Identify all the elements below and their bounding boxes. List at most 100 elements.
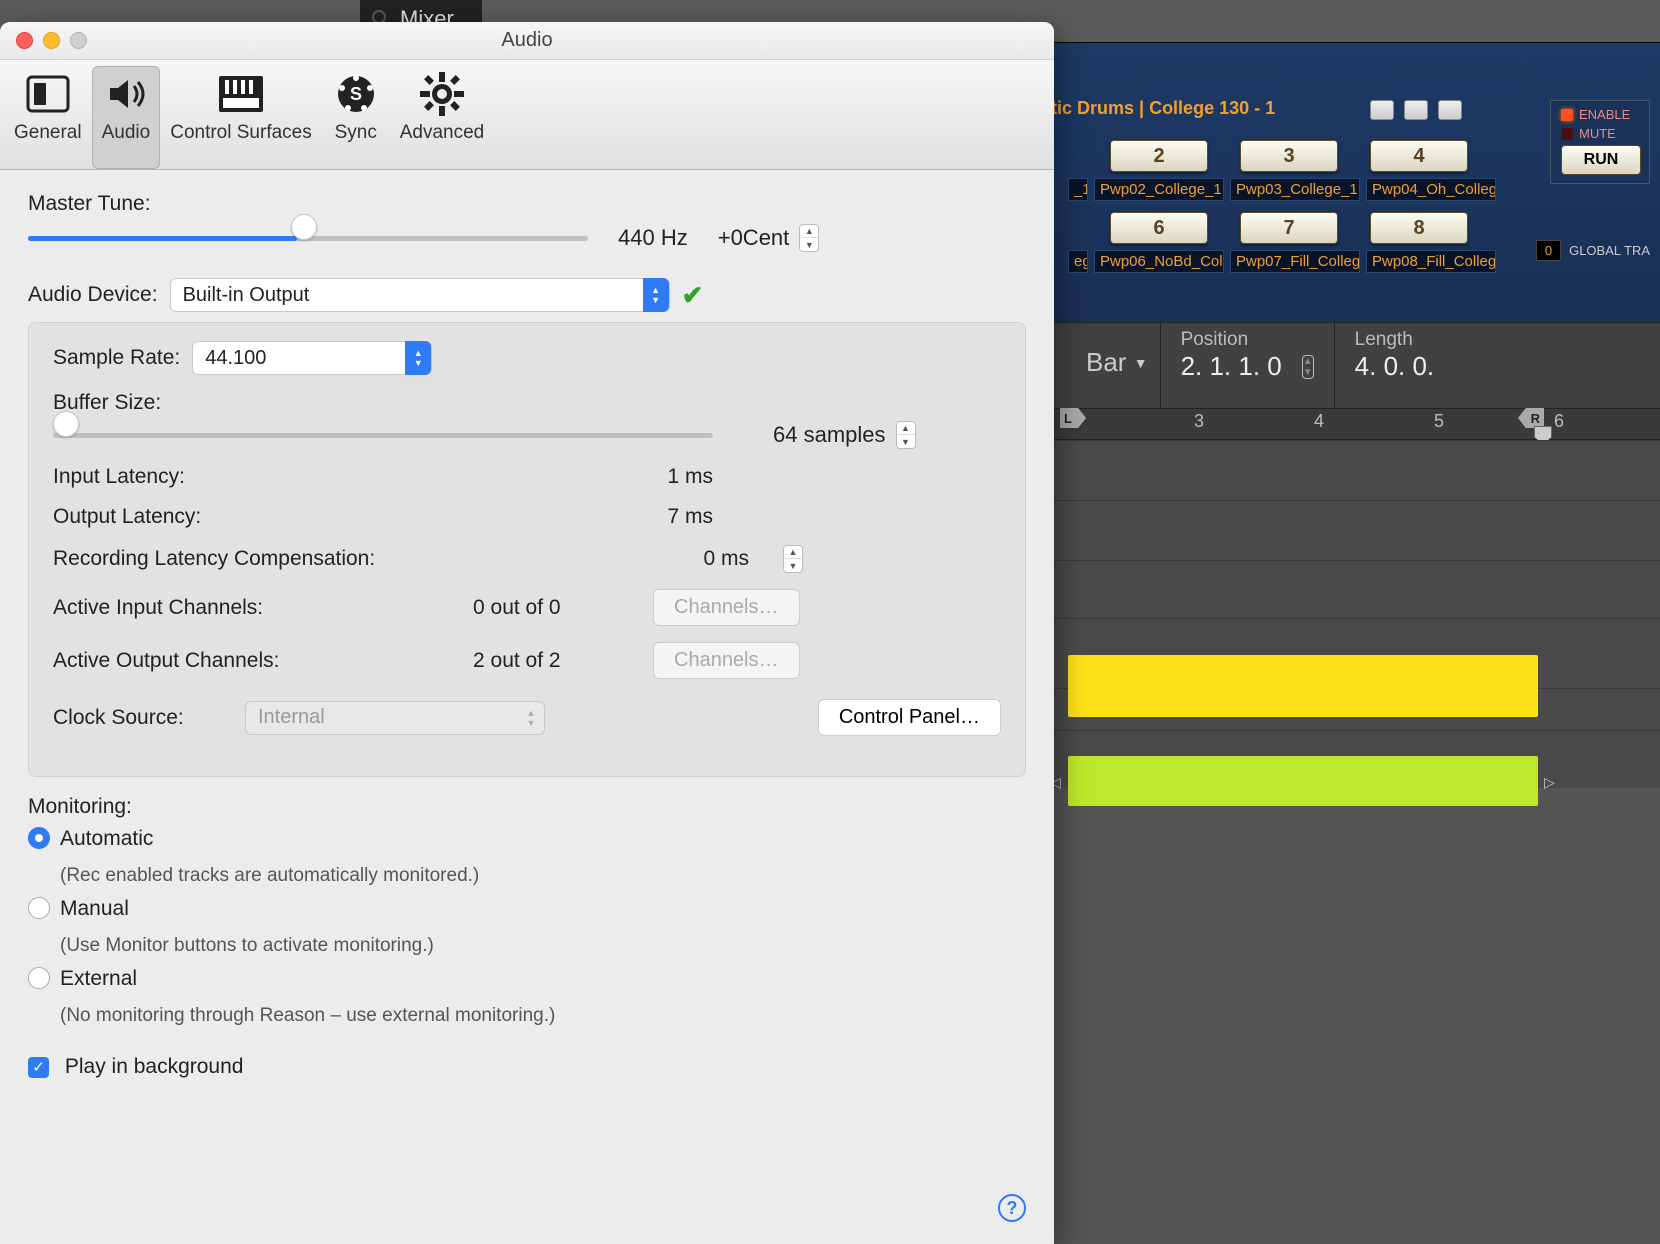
sync-icon: S bbox=[332, 70, 380, 118]
audio-device-label: Audio Device: bbox=[28, 283, 158, 307]
clip-green[interactable] bbox=[1068, 756, 1538, 806]
pad-label-cut: _1 bbox=[1068, 178, 1088, 201]
speaker-icon bbox=[102, 70, 150, 118]
output-latency-label: Output Latency: bbox=[53, 505, 473, 529]
global-transpose-value[interactable]: 0 bbox=[1536, 240, 1561, 261]
enable-label: ENABLE bbox=[1579, 107, 1630, 122]
play-in-background-label[interactable]: Play in background bbox=[65, 1055, 244, 1078]
pad-label: Pwp03_College_1 bbox=[1230, 178, 1360, 201]
pad-label: Pwp04_Oh_Colleg bbox=[1366, 178, 1496, 201]
titlebar[interactable]: Audio bbox=[0, 22, 1054, 60]
radio-external-hint: (No monitoring through Reason – use exte… bbox=[60, 1005, 1026, 1027]
device-panel: Sample Rate: 44.100 ▲▼ Buffer Size: 64 s… bbox=[28, 322, 1026, 777]
radio-external[interactable] bbox=[28, 967, 50, 989]
master-tune-label: Master Tune: bbox=[28, 192, 1014, 216]
active-input-label: Active Input Channels: bbox=[53, 596, 473, 620]
buffer-size-stepper[interactable]: ▲▼ bbox=[896, 421, 916, 449]
tab-control-surfaces[interactable]: Control Surfaces bbox=[160, 66, 322, 169]
pad-label-cut: eg bbox=[1068, 250, 1088, 273]
enable-panel: ENABLE MUTE RUN bbox=[1550, 100, 1650, 184]
clock-source-select: Internal ▲▼ bbox=[245, 701, 545, 735]
master-tune-hz: 440 Hz bbox=[618, 225, 688, 251]
input-latency-label: Input Latency: bbox=[53, 465, 473, 489]
chevron-updown-icon: ▲▼ bbox=[518, 708, 544, 728]
mute-led-icon[interactable] bbox=[1561, 128, 1573, 140]
checkmark-icon: ✔ bbox=[682, 280, 704, 311]
pad-2[interactable]: 2 bbox=[1110, 140, 1208, 172]
arrangement-area[interactable]: ◁ ▷ bbox=[1046, 440, 1660, 1244]
radio-manual-hint: (Use Monitor buttons to activate monitor… bbox=[60, 935, 1026, 957]
play-in-background-checkbox[interactable]: ✓ bbox=[28, 1057, 49, 1078]
radio-manual-label[interactable]: Manual bbox=[60, 897, 129, 921]
transport-header: Bar ▼ Position 2. 1. 1. 0▲▼ Length 4. 0.… bbox=[1046, 322, 1660, 408]
tab-advanced[interactable]: Advanced bbox=[390, 66, 495, 169]
browse-patch-icon[interactable] bbox=[1404, 100, 1428, 120]
pad-label: Pwp02_College_1 bbox=[1094, 178, 1224, 201]
track-row[interactable] bbox=[1046, 560, 1660, 618]
chevron-updown-icon: ▲▼ bbox=[405, 341, 431, 375]
gear-icon bbox=[418, 70, 466, 118]
radio-manual[interactable] bbox=[28, 897, 50, 919]
help-button[interactable]: ? bbox=[998, 1194, 1026, 1222]
fader-bank-icon bbox=[217, 70, 265, 118]
output-channels-button: Channels… bbox=[653, 642, 800, 679]
radio-external-label[interactable]: External bbox=[60, 967, 137, 991]
output-latency-value: 7 ms bbox=[473, 505, 773, 529]
device-title: ustic Drums | College 130 - 1 bbox=[1030, 98, 1275, 119]
monitoring-label: Monitoring: bbox=[28, 795, 1014, 819]
master-tune-cents: +0Cent bbox=[718, 225, 790, 251]
pad-4[interactable]: 4 bbox=[1370, 140, 1468, 172]
chevron-updown-icon: ▲▼ bbox=[643, 278, 669, 312]
pad-label: Pwp06_NoBd_Coll bbox=[1094, 250, 1224, 273]
clock-source-label: Clock Source: bbox=[53, 706, 233, 730]
pad-7[interactable]: 7 bbox=[1240, 212, 1338, 244]
global-transpose: 0 GLOBAL TRA bbox=[1536, 240, 1650, 261]
toggle-icon bbox=[24, 70, 72, 118]
active-output-label: Active Output Channels: bbox=[53, 649, 473, 673]
clip-yellow[interactable] bbox=[1068, 655, 1538, 717]
master-tune-slider[interactable] bbox=[28, 225, 588, 251]
save-patch-icon[interactable] bbox=[1438, 100, 1462, 120]
tab-sync[interactable]: S Sync bbox=[322, 66, 390, 169]
rec-latency-value: 0 ms bbox=[473, 547, 773, 571]
radio-automatic-label[interactable]: Automatic bbox=[60, 827, 153, 851]
preferences-window: Audio General Audio Control Surfaces S S… bbox=[0, 22, 1054, 1244]
run-button[interactable]: RUN bbox=[1561, 145, 1641, 175]
timeline-ruler[interactable]: 3 4 5 6 bbox=[1046, 408, 1660, 440]
tab-general[interactable]: General bbox=[4, 66, 92, 169]
track-row[interactable] bbox=[1046, 440, 1660, 500]
buffer-size-value: 64 samples bbox=[773, 422, 886, 448]
pad-8[interactable]: 8 bbox=[1370, 212, 1468, 244]
audio-device-select[interactable]: Built-in Output ▲▼ bbox=[170, 278, 670, 312]
position-readout[interactable]: Position 2. 1. 1. 0▲▼ bbox=[1161, 323, 1334, 408]
prefs-tabs: General Audio Control Surfaces S Sync Ad… bbox=[0, 60, 1054, 170]
rec-latency-stepper[interactable]: ▲▼ bbox=[783, 545, 803, 573]
enable-led-icon[interactable] bbox=[1561, 109, 1573, 121]
length-readout[interactable]: Length 4. 0. 0. bbox=[1335, 323, 1455, 408]
buffer-size-label: Buffer Size: bbox=[53, 391, 989, 415]
pad-label: Pwp07_Fill_Colleg bbox=[1230, 250, 1360, 273]
prev-patch-icon[interactable] bbox=[1370, 100, 1394, 120]
clip-handle-right-icon[interactable]: ▷ bbox=[1544, 774, 1560, 790]
window-title: Audio bbox=[0, 29, 1054, 52]
tab-audio[interactable]: Audio bbox=[92, 66, 161, 169]
sample-rate-select[interactable]: 44.100 ▲▼ bbox=[192, 341, 432, 375]
active-input-value: 0 out of 0 bbox=[473, 596, 653, 620]
master-tune-stepper[interactable]: ▲▼ bbox=[799, 224, 819, 252]
bar-dropdown[interactable]: Bar ▼ bbox=[1046, 323, 1160, 408]
radio-automatic-hint: (Rec enabled tracks are automatically mo… bbox=[60, 865, 1026, 887]
pad-3[interactable]: 3 bbox=[1240, 140, 1338, 172]
rec-latency-label: Recording Latency Compensation: bbox=[53, 547, 473, 571]
track-row[interactable] bbox=[1046, 500, 1660, 560]
radio-automatic[interactable] bbox=[28, 827, 50, 849]
pad-6[interactable]: 6 bbox=[1110, 212, 1208, 244]
buffer-size-slider[interactable] bbox=[53, 422, 713, 448]
control-panel-button[interactable]: Control Panel… bbox=[818, 699, 1001, 736]
active-output-value: 2 out of 2 bbox=[473, 649, 653, 673]
svg-text:S: S bbox=[350, 84, 362, 104]
sample-rate-label: Sample Rate: bbox=[53, 346, 180, 370]
pad-label: Pwp08_Fill_Colleg bbox=[1366, 250, 1496, 273]
input-channels-button: Channels… bbox=[653, 589, 800, 626]
input-latency-value: 1 ms bbox=[473, 465, 773, 489]
mute-label: MUTE bbox=[1579, 126, 1616, 141]
